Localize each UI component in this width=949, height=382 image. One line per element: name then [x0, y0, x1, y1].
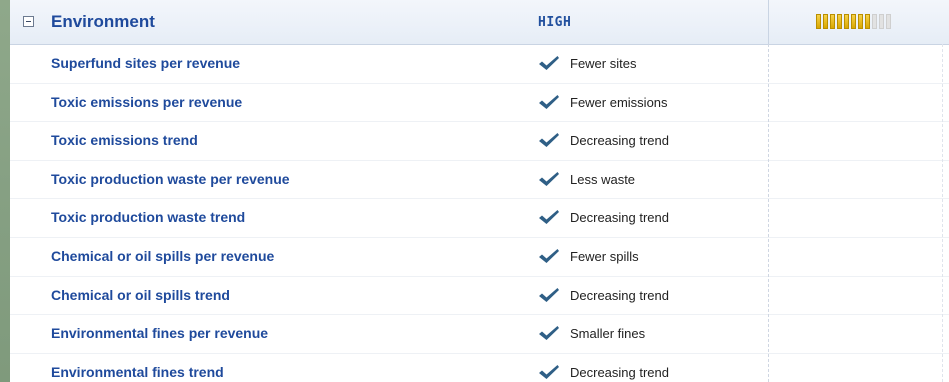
meter-segment-filled [865, 14, 870, 29]
criteria-value: Decreasing trend [570, 210, 669, 226]
criteria-value: Decreasing trend [570, 364, 669, 380]
environment-panel: Environment HIGH Superfund sites per rev… [10, 0, 949, 382]
checkmark-icon [538, 364, 560, 380]
criteria-label[interactable]: Environmental fines per revenue [51, 325, 268, 341]
criteria-label[interactable]: Chemical or oil spills trend [51, 287, 230, 303]
criteria-label[interactable]: Environmental fines trend [51, 364, 224, 380]
criteria-row: Chemical or oil spills trend Decreasing t… [10, 277, 949, 316]
checkmark-icon [538, 94, 560, 110]
criteria-label[interactable]: Toxic emissions per revenue [51, 94, 242, 110]
meter-segment-filled [858, 14, 863, 29]
meter-segment-filled [837, 14, 842, 29]
criteria-row: Environmental fines per revenue Smaller f… [10, 315, 949, 354]
criteria-row: Toxic emissions per revenue Fewer emissio… [10, 84, 949, 123]
column-divider [768, 0, 769, 44]
meter-segment-filled [823, 14, 828, 29]
checkmark-icon [538, 55, 560, 71]
criteria-value: Less waste [570, 171, 636, 187]
column-divider-dashed [768, 44, 769, 382]
section-title: Environment [51, 12, 155, 31]
checkmark-icon [538, 209, 560, 225]
criteria-row: Toxic emissions trend Decreasing trend [10, 122, 949, 161]
meter-segment-empty [879, 14, 884, 29]
criteria-row: Toxic production waste per revenue Less w… [10, 161, 949, 200]
criteria-label[interactable]: Superfund sites per revenue [51, 55, 240, 71]
meter-segment-filled [844, 14, 849, 29]
checkmark-icon [538, 325, 560, 341]
criteria-value: Fewer emissions [570, 94, 668, 110]
right-divider-dashed [942, 44, 943, 382]
criteria-label[interactable]: Toxic emissions trend [51, 132, 198, 148]
rating-label: HIGH [538, 15, 572, 30]
rating-meter [816, 14, 891, 29]
criteria-value: Fewer sites [570, 56, 637, 71]
criteria-label[interactable]: Chemical or oil spills per revenue [51, 248, 274, 264]
criteria-value: Fewer spills [570, 248, 639, 264]
criteria-row: Toxic production waste trend Decreasing t… [10, 199, 949, 238]
checkmark-icon [538, 248, 560, 264]
criteria-row: Environmental fines trend Decreasing tren… [10, 354, 949, 382]
section-header: Environment HIGH [10, 0, 949, 45]
meter-segment-filled [830, 14, 835, 29]
criteria-value: Decreasing trend [570, 287, 669, 303]
collapse-toggle-icon[interactable] [23, 16, 34, 27]
criteria-row: Chemical or oil spills per revenue Fewer … [10, 238, 949, 277]
checkmark-icon [538, 287, 560, 303]
criteria-label[interactable]: Toxic production waste trend [51, 209, 245, 225]
meter-segment-empty [872, 14, 877, 29]
meter-segment-filled [816, 14, 821, 29]
criteria-value: Smaller fines [570, 326, 646, 342]
checkmark-icon [538, 132, 560, 148]
criteria-value: Decreasing trend [570, 133, 669, 149]
criteria-label[interactable]: Toxic production waste per revenue [51, 171, 290, 187]
checkmark-icon [538, 171, 560, 187]
meter-segment-filled [851, 14, 856, 29]
criteria-row: Superfund sites per revenue Fewer sites [10, 45, 949, 84]
meter-segment-empty [886, 14, 891, 29]
criteria-list: Superfund sites per revenue Fewer sites To… [10, 45, 949, 382]
